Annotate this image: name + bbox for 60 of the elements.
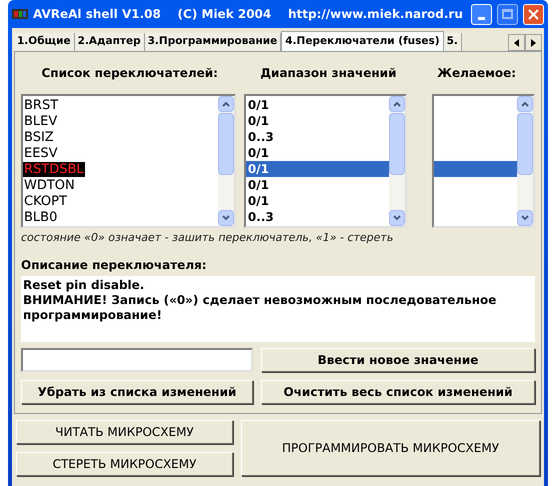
- hint-text: состояние «0» означает - зашить переключатель, «1» - стереть: [21, 230, 394, 246]
- list-item[interactable]: BRST: [23, 98, 60, 112]
- scroll-up-icon[interactable]: [517, 96, 533, 112]
- scroll-thumb[interactable]: [517, 113, 533, 175]
- remove-button[interactable]: Убрать из списка изменений: [21, 380, 253, 404]
- clear-list-button[interactable]: Очистить весь список изменений: [261, 380, 535, 404]
- list-heading: Желаемое:: [436, 65, 518, 82]
- app-icon: [12, 7, 28, 21]
- tab[interactable]: 3.Программирование: [144, 33, 282, 51]
- list-heading: Диапазон значений: [259, 65, 398, 82]
- tab-scroll-right-button[interactable]: [525, 34, 542, 51]
- left-arrow-icon: [514, 38, 519, 46]
- scroll-up-icon[interactable]: [388, 96, 405, 112]
- list-item[interactable]: 0..3: [246, 209, 389, 225]
- list-item[interactable]: CKOPT: [23, 194, 68, 208]
- scroll-down-icon[interactable]: [388, 210, 405, 226]
- description-text: Reset pin disable.: [23, 278, 146, 292]
- tab[interactable]: 1.Общие: [14, 33, 75, 51]
- value-field[interactable]: [21, 348, 253, 372]
- scrollbar[interactable]: [517, 96, 533, 226]
- list-item[interactable]: BLB0: [23, 210, 58, 224]
- enter-value-button[interactable]: Ввести новое значение: [261, 348, 535, 372]
- scroll-up-icon[interactable]: [218, 96, 234, 112]
- read-chip-button[interactable]: ЧИТАТЬ МИКРОСХЕМУ: [16, 420, 233, 444]
- scroll-down-icon[interactable]: [218, 210, 234, 226]
- scrollbar[interactable]: [218, 96, 234, 226]
- list-item[interactable]: RSTDSBL: [23, 162, 85, 176]
- list-item[interactable]: 0/1: [246, 145, 389, 161]
- list-item[interactable]: BSIZ: [23, 130, 55, 144]
- list-item[interactable]: 0/1: [246, 161, 389, 177]
- minimize-button[interactable]: [471, 4, 492, 24]
- tab[interactable]: 2.Адаптер: [74, 33, 145, 51]
- list-item[interactable]: 0..3: [246, 129, 389, 145]
- list-box[interactable]: [432, 94, 535, 228]
- right-arrow-icon: [531, 38, 536, 46]
- list-item[interactable]: 0/1: [246, 113, 389, 129]
- program-chip-button[interactable]: ПРОГРАММИРОВАТЬ МИКРОСХЕМУ: [241, 420, 540, 476]
- list-item[interactable]: 0/1: [246, 177, 389, 193]
- tab[interactable]: 5.: [444, 33, 462, 51]
- scroll-thumb[interactable]: [388, 113, 405, 175]
- list-item[interactable]: 0/1: [246, 193, 389, 209]
- scrollbar[interactable]: [388, 96, 405, 226]
- close-button[interactable]: [523, 4, 544, 24]
- scroll-down-icon[interactable]: [517, 210, 533, 226]
- list-heading: Список переключателей:: [40, 65, 219, 82]
- list-item[interactable]: BLEV: [23, 114, 58, 128]
- tab[interactable]: 4.Переключатели (fuses): [281, 31, 444, 51]
- tab-scroll-left-button[interactable]: [508, 34, 525, 51]
- list-item[interactable]: 0/1: [246, 97, 389, 113]
- list-item[interactable]: WDTON: [23, 178, 76, 192]
- list-box[interactable]: BRST BLEV BSIZ EESV RSTDSBL WDTON CKOPT BLB0: [21, 94, 236, 228]
- erase-chip-button[interactable]: СТЕРЕТЬ МИКРОСХЕМУ: [16, 452, 233, 476]
- scroll-thumb[interactable]: [218, 113, 234, 175]
- window-title: AVReAl shell V1.08 (C) Miek 2004 http://www.miek.narod.ru: [33, 6, 464, 23]
- description-heading: Описание переключателя:: [21, 256, 208, 274]
- list-box[interactable]: 0/1 0/1 0..3 0/1 0/1 0/1 0/1 0..3: [244, 94, 407, 228]
- close-icon: [528, 8, 539, 20]
- maximize-button[interactable]: [497, 4, 518, 24]
- list-item[interactable]: EESV: [23, 146, 59, 160]
- description-text: ВНИМАНИЕ! Запись («0») сделает невозможным последовательное программирование!: [23, 292, 498, 322]
